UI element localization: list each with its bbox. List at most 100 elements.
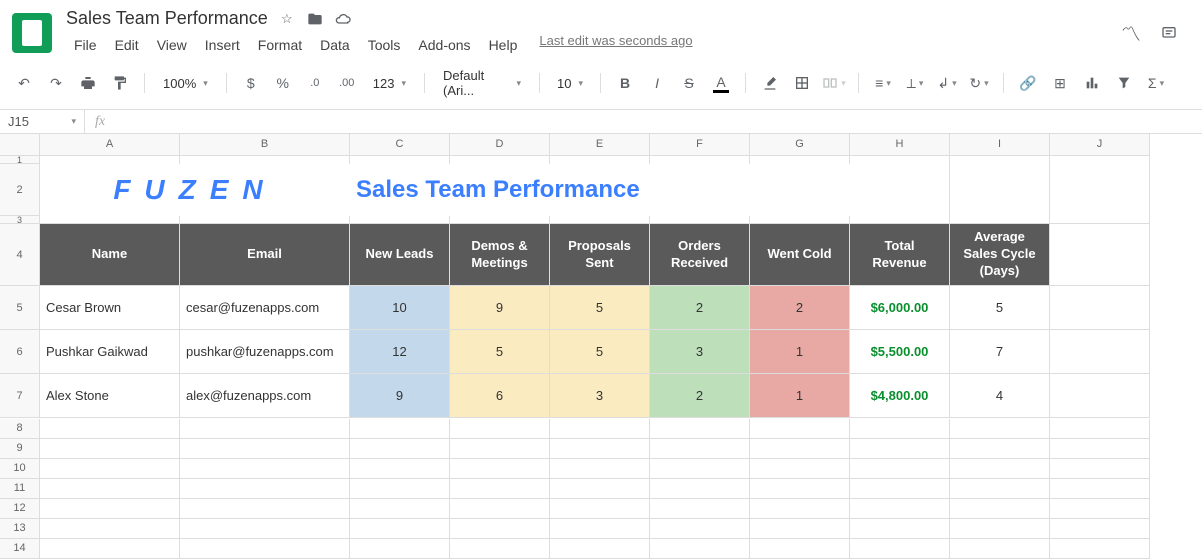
table-cell[interactable]: $4,800.00 xyxy=(850,374,950,418)
text-wrap-button[interactable]: ↲ xyxy=(935,71,959,95)
insert-comment-button[interactable]: ⊞ xyxy=(1048,71,1072,95)
page-title-cell[interactable]: Sales Team Performance xyxy=(350,164,850,216)
col-header[interactable]: A xyxy=(40,134,180,156)
table-header[interactable]: Went Cold xyxy=(750,224,850,286)
menu-insert[interactable]: Insert xyxy=(197,33,248,57)
row-header[interactable]: 4 xyxy=(0,224,40,286)
table-cell[interactable]: 1 xyxy=(750,330,850,374)
table-cell[interactable]: $6,000.00 xyxy=(850,286,950,330)
table-cell[interactable]: 2 xyxy=(650,374,750,418)
spreadsheet-grid[interactable]: A B C D E F G H I J 1 2 FUZEN Sales Team… xyxy=(0,134,1150,559)
document-title[interactable]: Sales Team Performance xyxy=(66,8,268,29)
star-icon[interactable]: ☆ xyxy=(278,10,296,28)
font-size-select[interactable]: 10 xyxy=(552,73,588,94)
last-edit-status[interactable]: Last edit was seconds ago xyxy=(539,33,692,57)
font-select[interactable]: Default (Ari... xyxy=(437,65,527,101)
menu-addons[interactable]: Add-ons xyxy=(410,33,478,57)
undo-button[interactable]: ↶ xyxy=(12,71,36,95)
functions-button[interactable]: Σ xyxy=(1144,71,1168,95)
col-header[interactable]: D xyxy=(450,134,550,156)
table-header[interactable]: Name xyxy=(40,224,180,286)
borders-button[interactable] xyxy=(790,71,814,95)
row-header[interactable]: 5 xyxy=(0,286,40,330)
table-header[interactable]: New Leads xyxy=(350,224,450,286)
table-cell[interactable]: 2 xyxy=(650,286,750,330)
col-header[interactable]: E xyxy=(550,134,650,156)
menu-data[interactable]: Data xyxy=(312,33,358,57)
currency-button[interactable]: $ xyxy=(239,71,263,95)
cloud-saved-icon[interactable] xyxy=(334,10,352,28)
table-cell[interactable]: 1 xyxy=(750,374,850,418)
print-button[interactable] xyxy=(76,71,100,95)
formula-input[interactable] xyxy=(115,110,1202,133)
v-align-button[interactable]: ⟂ xyxy=(903,71,927,95)
redo-button[interactable]: ↷ xyxy=(44,71,68,95)
table-cell[interactable]: 10 xyxy=(350,286,450,330)
table-cell[interactable]: $5,500.00 xyxy=(850,330,950,374)
table-cell[interactable]: 2 xyxy=(750,286,850,330)
fill-color-button[interactable] xyxy=(758,71,782,95)
menu-help[interactable]: Help xyxy=(481,33,526,57)
row-header[interactable]: 13 xyxy=(0,519,40,539)
row-header[interactable]: 9 xyxy=(0,439,40,459)
row-header[interactable]: 11 xyxy=(0,479,40,499)
zoom-select[interactable]: 100% xyxy=(157,73,214,94)
bold-button[interactable]: B xyxy=(613,71,637,95)
menu-file[interactable]: File xyxy=(66,33,105,57)
col-header[interactable]: I xyxy=(950,134,1050,156)
row-header[interactable]: 1 xyxy=(0,156,40,164)
row-header[interactable]: 2 xyxy=(0,164,40,216)
table-cell[interactable]: Alex Stone xyxy=(40,374,180,418)
increase-decimal-button[interactable]: .00 xyxy=(335,71,359,95)
decrease-decimal-button[interactable]: .0 xyxy=(303,71,327,95)
percent-button[interactable]: % xyxy=(271,71,295,95)
table-cell[interactable]: 3 xyxy=(650,330,750,374)
table-cell[interactable]: 4 xyxy=(950,374,1050,418)
table-cell[interactable]: 5 xyxy=(450,330,550,374)
col-header[interactable]: C xyxy=(350,134,450,156)
table-cell[interactable]: 3 xyxy=(550,374,650,418)
table-cell[interactable]: 5 xyxy=(550,286,650,330)
table-header[interactable]: Demos & Meetings xyxy=(450,224,550,286)
brand-logo-cell[interactable]: FUZEN xyxy=(40,164,350,216)
name-box[interactable]: J15▾ xyxy=(0,110,85,133)
h-align-button[interactable]: ≡ xyxy=(871,71,895,95)
table-cell[interactable]: Cesar Brown xyxy=(40,286,180,330)
table-cell[interactable]: 5 xyxy=(950,286,1050,330)
italic-button[interactable]: I xyxy=(645,71,669,95)
table-header[interactable]: Total Revenue xyxy=(850,224,950,286)
table-cell[interactable]: 9 xyxy=(450,286,550,330)
table-cell[interactable]: Pushkar Gaikwad xyxy=(40,330,180,374)
col-header[interactable]: H xyxy=(850,134,950,156)
row-header[interactable]: 8 xyxy=(0,419,40,439)
menu-edit[interactable]: Edit xyxy=(107,33,147,57)
col-header[interactable]: J xyxy=(1050,134,1150,156)
table-cell[interactable]: 5 xyxy=(550,330,650,374)
row-header[interactable]: 6 xyxy=(0,330,40,374)
filter-button[interactable] xyxy=(1112,71,1136,95)
insert-chart-button[interactable] xyxy=(1080,71,1104,95)
table-header[interactable]: Email xyxy=(180,224,350,286)
table-cell[interactable]: 12 xyxy=(350,330,450,374)
comment-history-icon[interactable] xyxy=(1160,24,1178,42)
more-formats-select[interactable]: 123 xyxy=(367,73,412,94)
col-header[interactable]: F xyxy=(650,134,750,156)
menu-tools[interactable]: Tools xyxy=(360,33,409,57)
col-header[interactable]: B xyxy=(180,134,350,156)
trend-icon[interactable]: 〽 xyxy=(1122,24,1140,42)
table-cell[interactable]: 7 xyxy=(950,330,1050,374)
row-header[interactable]: 3 xyxy=(0,216,40,224)
merge-cells-button[interactable] xyxy=(822,71,846,95)
select-all-corner[interactable] xyxy=(0,134,40,156)
move-folder-icon[interactable] xyxy=(306,10,324,28)
paint-format-button[interactable] xyxy=(108,71,132,95)
table-cell[interactable]: 6 xyxy=(450,374,550,418)
menu-view[interactable]: View xyxy=(149,33,195,57)
insert-link-button[interactable]: 🔗 xyxy=(1016,71,1040,95)
text-rotate-button[interactable]: ↻ xyxy=(967,71,991,95)
menu-format[interactable]: Format xyxy=(250,33,310,57)
table-header[interactable]: Orders Received xyxy=(650,224,750,286)
row-header[interactable]: 10 xyxy=(0,459,40,479)
spreadsheet-app-icon[interactable] xyxy=(12,13,52,53)
table-header[interactable]: Average Sales Cycle (Days) xyxy=(950,224,1050,286)
